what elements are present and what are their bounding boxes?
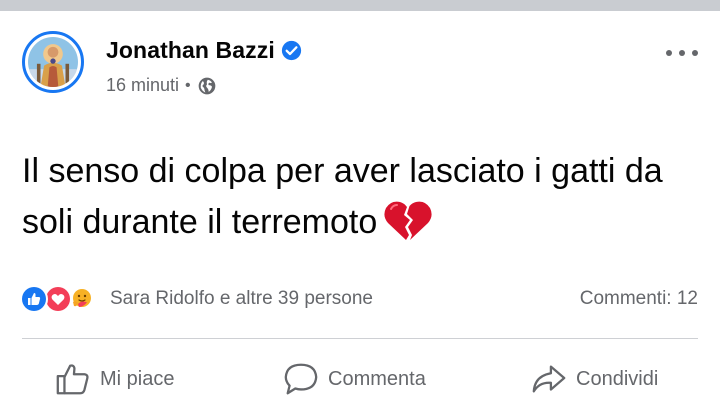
- like-button[interactable]: Mi piace: [54, 359, 174, 399]
- post-timestamp[interactable]: 16 minuti: [106, 75, 179, 96]
- meta-separator: •: [185, 76, 191, 94]
- globe-icon[interactable]: [197, 76, 217, 96]
- broken-heart-icon: [383, 199, 433, 243]
- thumbs-up-icon: [54, 360, 92, 398]
- divider: [22, 338, 698, 339]
- reactions-summary[interactable]: Sara Ridolfo e altre 39 persone: [20, 285, 373, 313]
- reaction-icons: [20, 285, 108, 313]
- more-dot: [679, 50, 685, 56]
- author-row: Jonathan Bazzi: [106, 37, 302, 64]
- love-icon: [44, 285, 72, 313]
- post-actions: Mi piace Commenta Condividi: [0, 359, 720, 399]
- comment-icon: [282, 360, 320, 398]
- post-header: Jonathan Bazzi 16 minuti •: [22, 31, 698, 103]
- reaction-summary-text[interactable]: Sara Ridolfo e altre 39 persone: [110, 288, 373, 310]
- author-name[interactable]: Jonathan Bazzi: [106, 37, 275, 64]
- comment-button[interactable]: Commenta: [282, 359, 426, 399]
- more-dot: [666, 50, 672, 56]
- post-card: Jonathan Bazzi 16 minuti • Il senso di c…: [0, 11, 720, 414]
- post-message: Il senso di colpa per aver lasciato i ga…: [22, 146, 692, 248]
- avatar[interactable]: [22, 31, 84, 93]
- avatar-artwork-icon: [28, 37, 78, 87]
- more-dot: [692, 50, 698, 56]
- like-button-label: Mi piace: [100, 367, 175, 390]
- like-icon: [20, 285, 48, 313]
- comment-button-label: Commenta: [328, 367, 426, 390]
- verified-badge-icon: [281, 40, 302, 61]
- care-icon: [68, 285, 96, 313]
- share-button[interactable]: Condividi: [530, 359, 658, 399]
- post-meta: 16 minuti •: [106, 75, 217, 96]
- avatar-image: [28, 37, 78, 87]
- top-strip: [0, 0, 720, 11]
- more-options-icon[interactable]: [666, 45, 698, 61]
- post-message-text: Il senso di colpa per aver lasciato i ga…: [22, 152, 663, 241]
- share-arrow-icon: [530, 360, 568, 398]
- share-button-label: Condividi: [576, 367, 659, 390]
- comments-count[interactable]: Commenti: 12: [580, 288, 698, 310]
